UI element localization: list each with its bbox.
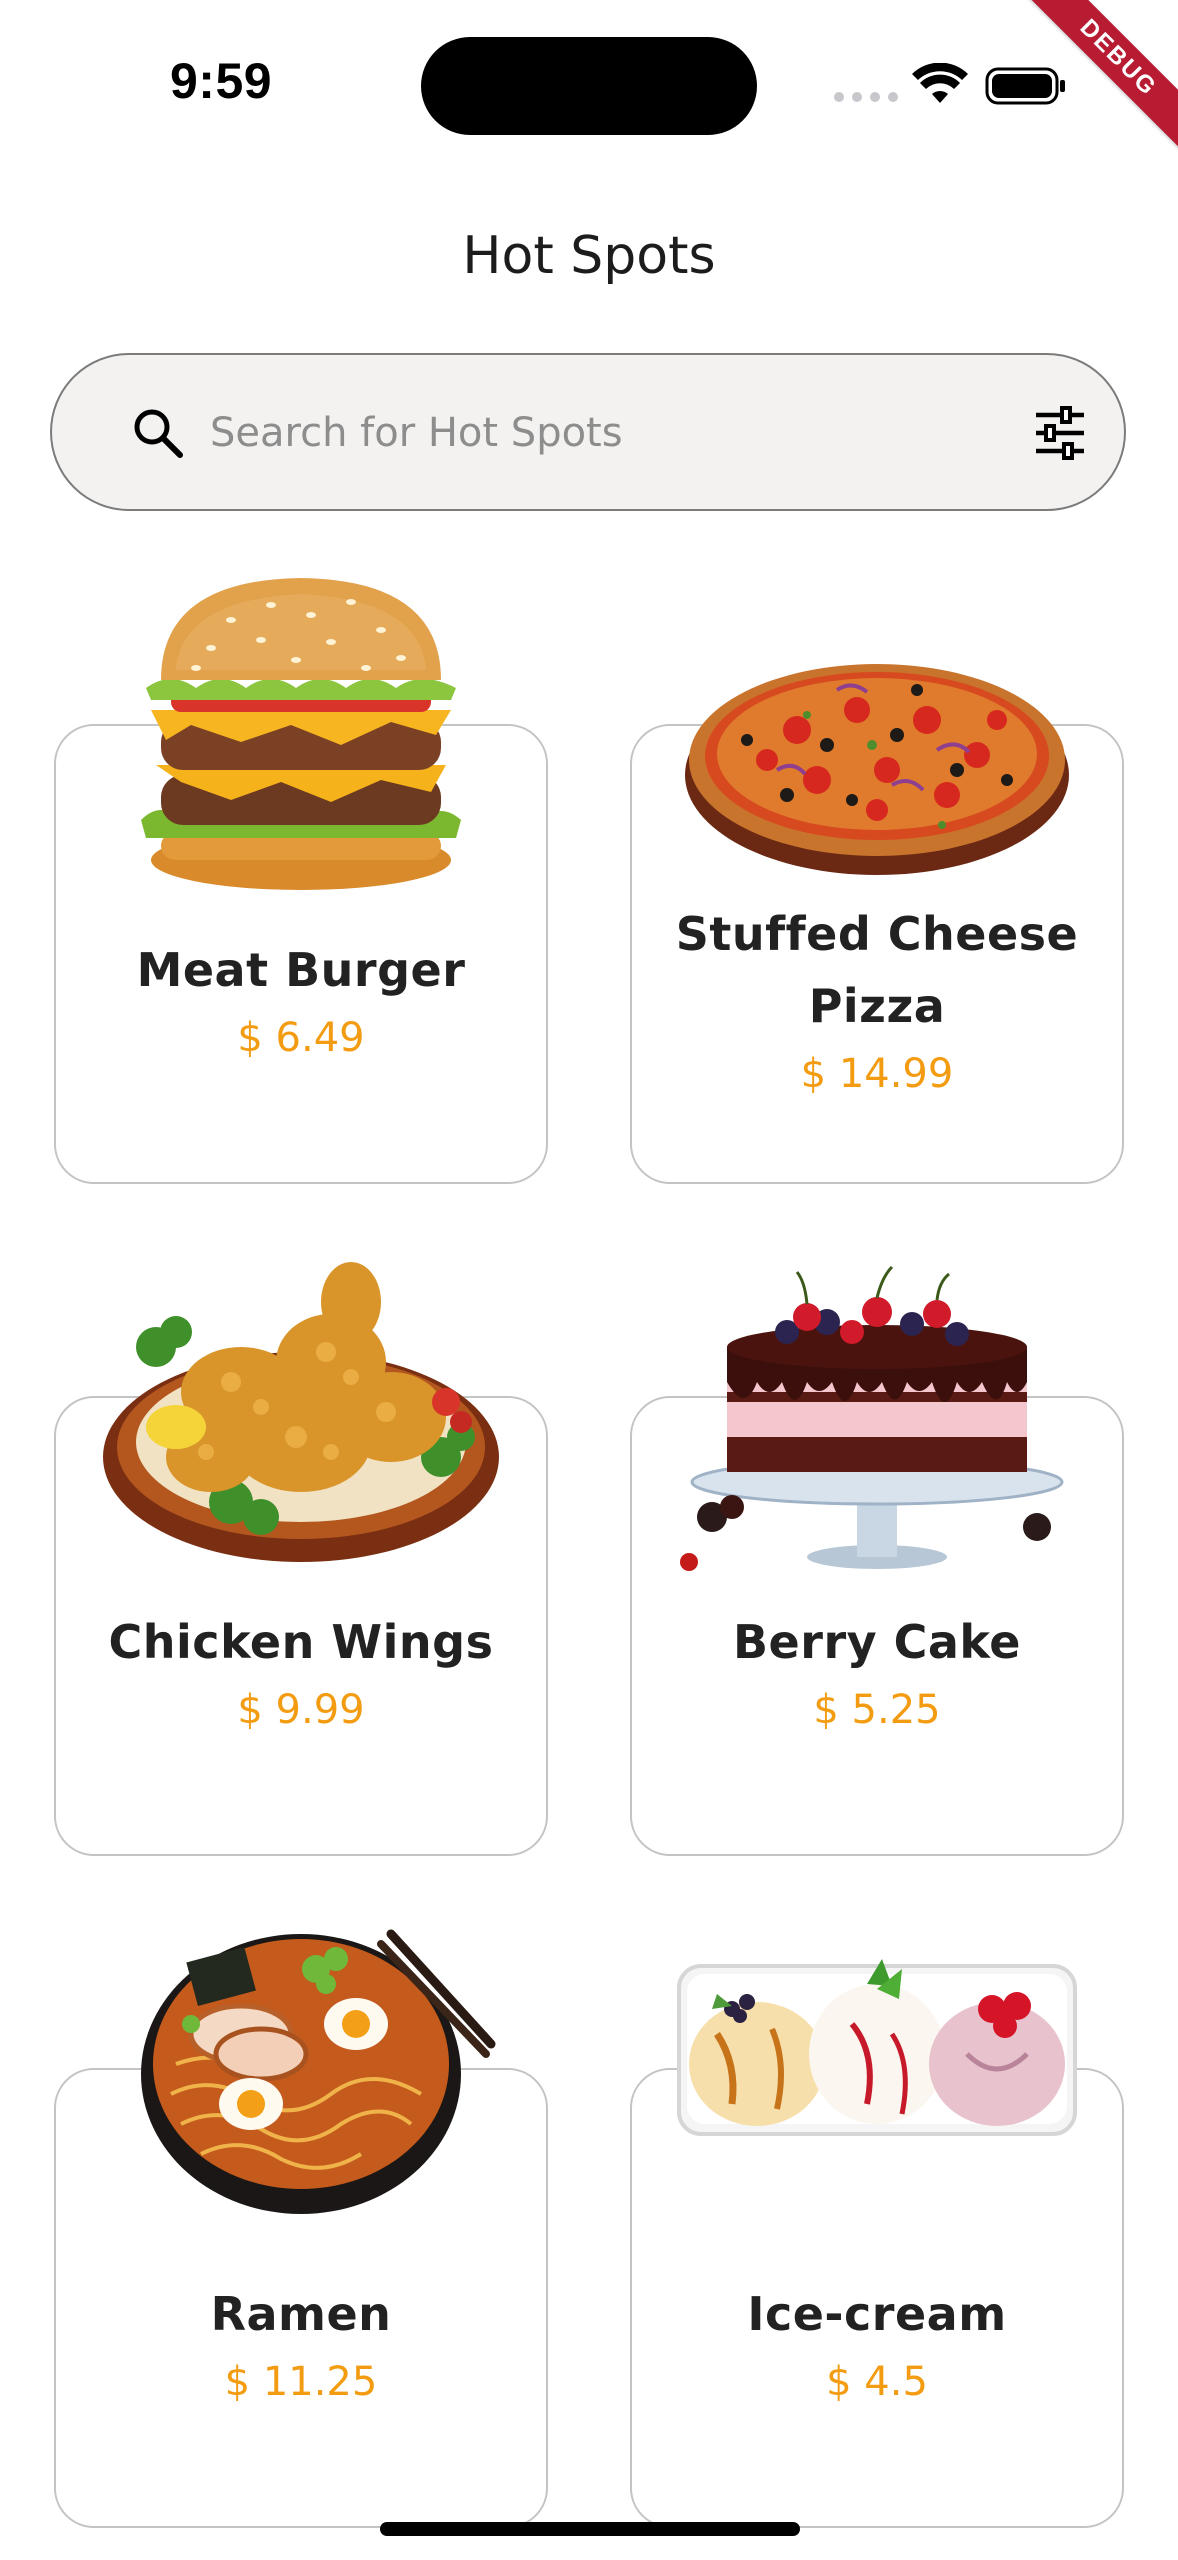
wifi-icon xyxy=(912,63,968,103)
ice-cream-image xyxy=(677,1959,1077,2136)
food-price: $ 9.99 xyxy=(237,1687,365,1733)
food-name: Meat Burger xyxy=(136,943,466,997)
food-card-ice-cream[interactable]: Ice-cream $ 4.5 xyxy=(630,1914,1124,2534)
food-price: $ 14.99 xyxy=(800,1051,954,1097)
search-bar[interactable] xyxy=(50,353,1126,511)
food-price: $ 4.5 xyxy=(826,2359,928,2405)
pizza-image xyxy=(685,664,1069,875)
search-input[interactable] xyxy=(160,389,980,477)
food-name: Ramen xyxy=(210,2287,392,2341)
food-card-ramen[interactable]: Ramen $ 11.25 xyxy=(54,1914,548,2534)
home-indicator[interactable] xyxy=(380,2522,800,2536)
food-card-meat-burger[interactable]: Meat Burger $ 6.49 xyxy=(54,570,548,1190)
food-price: $ 5.25 xyxy=(813,1687,941,1733)
page-title: Hot Spots xyxy=(462,226,716,286)
food-card-chicken-wings[interactable]: Chicken Wings $ 9.99 xyxy=(54,1242,548,1862)
berry-cake-image xyxy=(680,1265,1064,1571)
food-name: Stuffed Cheese Pizza xyxy=(675,907,1079,1033)
chicken-wings-image xyxy=(103,1262,499,1562)
dynamic-island xyxy=(421,37,757,135)
food-card-berry-cake[interactable]: Berry Cake $ 5.25 xyxy=(630,1242,1124,1862)
food-price: $ 11.25 xyxy=(224,2359,378,2405)
food-price: $ 6.49 xyxy=(237,1015,365,1061)
burger-image xyxy=(141,578,461,890)
debug-banner: DEBUG xyxy=(1008,0,1178,170)
food-card-stuffed-cheese-pizza[interactable]: Stuffed Cheese Pizza $ 14.99 xyxy=(630,570,1124,1190)
food-name: Ice-cream xyxy=(747,2287,1007,2341)
filter-sliders-icon[interactable] xyxy=(1032,405,1088,461)
cellular-signal-icon xyxy=(834,92,898,102)
debug-label: DEBUG xyxy=(1011,0,1178,165)
food-name: Berry Cake xyxy=(733,1615,1021,1669)
status-time: 9:59 xyxy=(170,53,273,109)
food-name: Chicken Wings xyxy=(108,1615,494,1669)
ramen-image xyxy=(141,1929,496,2214)
